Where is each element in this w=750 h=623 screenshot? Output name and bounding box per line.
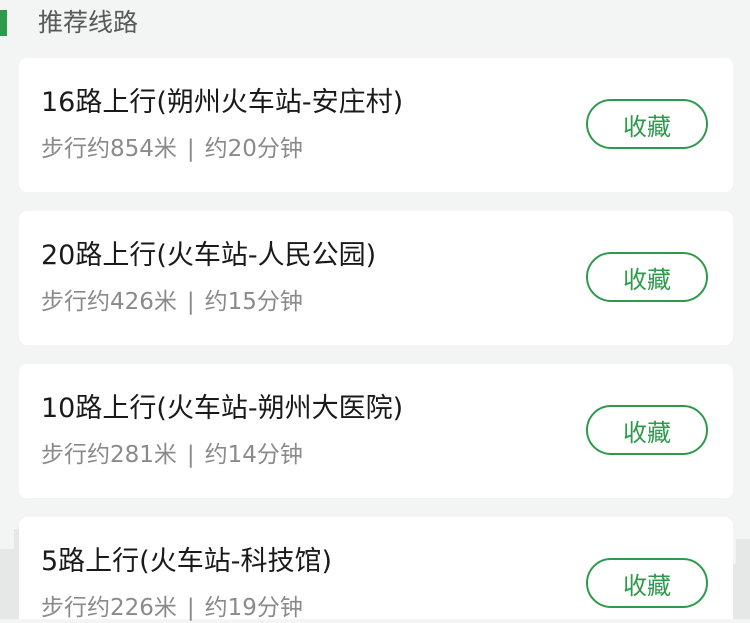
travel-time: 约15分钟: [204, 289, 303, 315]
recommended-routes-header: 推荐线路: [0, 0, 750, 48]
favorite-button[interactable]: 收藏: [586, 405, 708, 455]
route-card[interactable]: 10路上行(火车站-朔州大医院) 步行约281米 | 约14分钟 收藏: [19, 364, 733, 498]
favorite-button[interactable]: 收藏: [586, 99, 708, 149]
meta-separator: |: [186, 595, 195, 621]
walk-distance: 步行约426米: [41, 289, 177, 315]
meta-separator: |: [186, 442, 195, 468]
route-meta: 步行约281米 | 约14分钟: [41, 440, 303, 470]
travel-time: 约19分钟: [204, 595, 303, 621]
route-title: 16路上行(朔州火车站-安庄村): [41, 87, 404, 118]
favorite-button[interactable]: 收藏: [586, 558, 708, 608]
walk-distance: 步行约854米: [41, 136, 177, 162]
route-meta: 步行约426米 | 约15分钟: [41, 287, 303, 317]
route-card[interactable]: 5路上行(火车站-科技馆) 步行约226米 | 约19分钟 收藏: [19, 517, 733, 621]
walk-distance: 步行约226米: [41, 595, 177, 621]
route-title: 5路上行(火车站-科技馆): [41, 546, 332, 577]
section-accent-bar: [0, 10, 7, 36]
travel-time: 约14分钟: [204, 442, 303, 468]
route-title: 10路上行(火车站-朔州大医院): [41, 393, 404, 424]
meta-separator: |: [186, 136, 195, 162]
route-card[interactable]: 16路上行(朔州火车站-安庄村) 步行约854米 | 约20分钟 收藏: [19, 58, 733, 192]
walk-distance: 步行约281米: [41, 442, 177, 468]
route-meta: 步行约854米 | 约20分钟: [41, 134, 303, 164]
section-title: 推荐线路: [38, 8, 139, 37]
route-card[interactable]: 20路上行(火车站-人民公园) 步行约426米 | 约15分钟 收藏: [19, 211, 733, 345]
favorite-button[interactable]: 收藏: [586, 252, 708, 302]
route-title: 20路上行(火车站-人民公园): [41, 240, 377, 271]
travel-time: 约20分钟: [204, 136, 303, 162]
meta-separator: |: [186, 289, 195, 315]
